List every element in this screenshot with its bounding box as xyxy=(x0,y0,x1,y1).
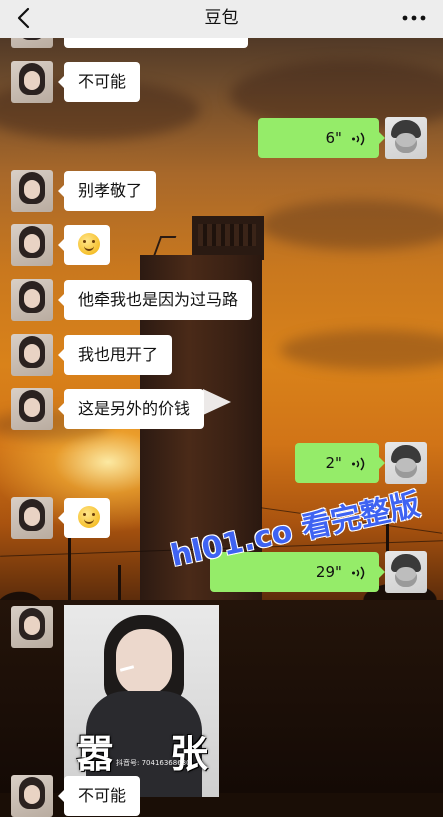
voice-duration: 2" xyxy=(325,454,342,472)
sticker-face xyxy=(116,629,172,695)
voice-duration: 29" xyxy=(315,563,342,581)
smile-emoji-icon xyxy=(78,506,100,528)
contact-avatar[interactable] xyxy=(11,61,53,103)
message-bubble[interactable]: 不可能 xyxy=(57,776,141,816)
chat-title: 豆包 xyxy=(204,8,239,28)
message-bubble[interactable]: 不可能 xyxy=(57,62,141,102)
my-avatar[interactable] xyxy=(385,117,427,159)
message-bubble[interactable]: 我也甩开了 xyxy=(57,335,173,375)
play-arrow-icon xyxy=(203,389,231,415)
chat-header: 豆包 xyxy=(0,0,443,38)
contact-avatar[interactable] xyxy=(11,170,53,212)
message-bubble[interactable]: 他牵我也是因为过马路 xyxy=(57,280,253,320)
message-bubble[interactable]: 别孝敬了 xyxy=(57,171,157,211)
contact-avatar[interactable] xyxy=(11,775,53,817)
voice-duration: 6" xyxy=(325,129,342,147)
voice-message-bubble[interactable]: 6" xyxy=(258,118,385,158)
sticker-caption-left: 嚣 xyxy=(76,732,115,776)
message-list[interactable]: 不可能 6" 别孝敬了 他牵我也是因为过马路 我也甩开了 这是另外的价钱 2" xyxy=(0,6,443,817)
voice-wave-icon xyxy=(352,132,365,145)
voice-wave-icon xyxy=(352,457,365,470)
voice-wave-icon xyxy=(352,566,365,579)
sticker-image[interactable]: 嚣 张 抖音号: 70416368630 xyxy=(64,605,219,797)
message-bubble[interactable]: 这是另外的价钱 xyxy=(57,389,205,429)
emoji-message-bubble[interactable] xyxy=(58,498,110,538)
sticker-caption-right: 张 xyxy=(170,732,209,776)
my-avatar[interactable] xyxy=(385,551,427,593)
smile-emoji-icon xyxy=(78,233,100,255)
contact-avatar[interactable] xyxy=(11,388,53,430)
my-avatar[interactable] xyxy=(385,442,427,484)
contact-avatar[interactable] xyxy=(11,279,53,321)
contact-avatar[interactable] xyxy=(11,224,53,266)
more-dots-icon[interactable] xyxy=(401,11,427,25)
voice-message-bubble[interactable]: 2" xyxy=(295,443,385,483)
contact-avatar[interactable] xyxy=(11,334,53,376)
sticker-id-text: 抖音号: 70416368630 xyxy=(116,759,191,767)
contact-avatar[interactable] xyxy=(11,497,53,539)
emoji-message-bubble[interactable] xyxy=(58,225,110,265)
contact-avatar[interactable] xyxy=(11,606,53,648)
